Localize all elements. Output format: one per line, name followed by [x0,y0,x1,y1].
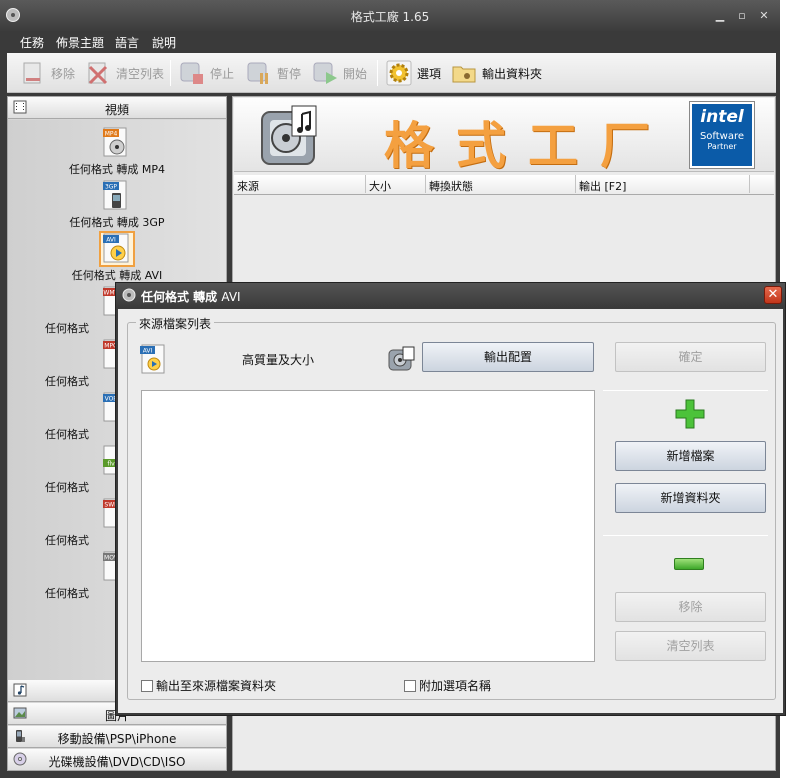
format-item-label: 任何格式 轉成 MP4 [68,163,166,176]
output-to-source-label: 輸出至來源檔案資料夾 [156,679,277,693]
close-button[interactable]: ✕ [758,10,770,21]
stop-icon [180,62,203,84]
clear-list-button[interactable]: 清空列表 [615,631,766,661]
output-folder-toolbar-button[interactable]: 輸出資料夾 [450,57,542,89]
pause-label: 暫停 [277,66,302,81]
options-label: 選項 [417,66,442,81]
window-title: 格式工廠 1.65 [350,10,430,24]
svg-text:AVI: AVI [143,348,153,355]
category-mobile[interactable]: 移動設備\PSP\iPhone [8,726,226,748]
format-item-3gp[interactable]: 3GP 任何格式 轉成 3GP [8,178,226,230]
intel-partner-text: Partner [707,142,737,151]
menu-theme[interactable]: 佈景主題 [56,34,104,51]
pause-toolbar-button[interactable]: 暫停 [245,57,301,89]
format-item-label: 任何格式 轉成 3GP [69,216,165,229]
banner-title: 格式工厂 [384,116,672,175]
add-folder-button[interactable]: 新增資料夾 [615,483,766,513]
music-note-icon [13,683,27,697]
intel-badge: intel Software Partner [689,101,755,169]
clear-list-toolbar-button[interactable]: 清空列表 [84,57,164,89]
svg-text:flv: flv [107,461,115,468]
pause-icon [247,62,268,84]
checkbox-box[interactable] [404,679,416,692]
column-output[interactable]: 輸出 [F2] [576,175,750,193]
category-disc-label: 光碟機設備\DVD\CD\ISO [48,755,186,769]
menu-task[interactable]: 任務 [20,34,44,51]
output-config-button[interactable]: 輸出配置 [422,342,594,372]
folder-icon [452,66,476,83]
svg-text:3GP: 3GP [105,184,117,191]
remove-label: 移除 [51,66,76,81]
menu-help[interactable]: 說明 [152,34,176,51]
format-item-avi[interactable]: AVI 任何格式 轉成 AVI [8,231,226,283]
dialog-title-bar[interactable]: 任何格式 轉成 AVI ✕ [116,283,785,308]
divider [603,535,768,536]
task-table-header: 來源 大小 轉換狀態 輸出 [F2] [234,175,774,195]
start-label: 開始 [343,66,368,81]
quality-profile-label: 高質量及大小 [242,353,315,367]
dialog-body: 來源檔案列表 AVI 高質量及大小 輸出配置 確定 新增檔案 新增資料夾 移除 … [118,309,783,713]
options-toolbar-button[interactable]: 選項 [385,57,441,89]
column-status[interactable]: 轉換狀態 [426,175,576,193]
source-file-list[interactable] [141,390,595,662]
stop-label: 停止 [210,66,235,81]
divider [603,390,768,391]
stop-toolbar-button[interactable]: 停止 [178,57,234,89]
ok-button[interactable]: 確定 [615,342,766,372]
format-factory-logo-icon [261,105,317,165]
app-banner: 格式工厂 intel Software Partner [234,98,774,175]
format-item-label: 任何格式 轉成 AVI [71,269,163,282]
append-option-name-label: 附加選項名稱 [419,679,492,693]
category-video-label: 視頻 [104,103,129,117]
svg-text:AVI: AVI [106,237,116,244]
append-option-name-checkbox[interactable]: 附加選項名稱 [404,677,491,694]
dialog-title: 任何格式 轉成 AVI [141,290,241,304]
clear-list-label: 清空列表 [116,66,165,81]
minimize-button[interactable]: ▁ [714,10,726,21]
category-disc[interactable]: 光碟機設備\DVD\CD\ISO [8,749,226,771]
start-toolbar-button[interactable]: 開始 [311,57,367,89]
add-file-button[interactable]: 新增檔案 [615,441,766,471]
remove-button[interactable]: 移除 [615,592,766,622]
avi-format-icon: AVI [99,231,135,267]
intel-software-text: Software [699,131,745,142]
mp4-format-icon: MP4 [103,127,127,157]
category-mobile-label: 移動設備\PSP\iPhone [57,732,177,746]
start-icon [313,62,337,84]
toolbar-separator [170,60,171,86]
convert-dialog: 任何格式 轉成 AVI ✕ 來源檔案列表 AVI 高質量及大小 輸出配置 確定 … [115,282,786,716]
3gp-format-icon: 3GP [103,180,127,210]
remove-icon [23,62,41,84]
avi-profile-icon: AVI [140,344,165,374]
format-item-mp4[interactable]: MP4 任何格式 轉成 MP4 [8,125,226,177]
checkbox-box[interactable] [141,679,153,692]
svg-text:MP4: MP4 [105,131,118,138]
menu-bar: 任務 佈景主題 語言 說明 [7,31,776,53]
gear-icon [386,60,412,86]
remove-icon [674,558,704,570]
column-size[interactable]: 大小 [366,175,426,193]
column-source[interactable]: 來源 [234,175,366,193]
output-to-source-checkbox[interactable]: 輸出至來源檔案資料夾 [141,677,276,694]
app-logo-icon [122,288,136,302]
maximize-button[interactable]: ▫ [736,10,748,21]
category-video[interactable]: 視頻 [8,97,226,119]
title-bar[interactable]: 格式工廠 1.65 ▁ ▫ ✕ [0,0,780,31]
intel-logo-text: intel [700,107,744,127]
menu-language[interactable]: 語言 [115,34,139,51]
source-file-group-label: 來源檔案列表 [136,315,215,332]
toolbar: 移除 清空列表 停止 暫停 開始 選項 輸出資料夾 [7,53,776,93]
dialog-close-button[interactable]: ✕ [764,286,782,304]
source-file-group: 來源檔案列表 AVI 高質量及大小 輸出配置 確定 新增檔案 新增資料夾 移除 … [127,315,776,700]
output-config-icon [388,346,415,371]
add-icon [675,399,705,429]
clear-list-icon [88,62,108,85]
remove-toolbar-button[interactable]: 移除 [19,57,75,89]
output-folder-label: 輸出資料夾 [482,66,543,81]
toolbar-separator [377,60,378,86]
